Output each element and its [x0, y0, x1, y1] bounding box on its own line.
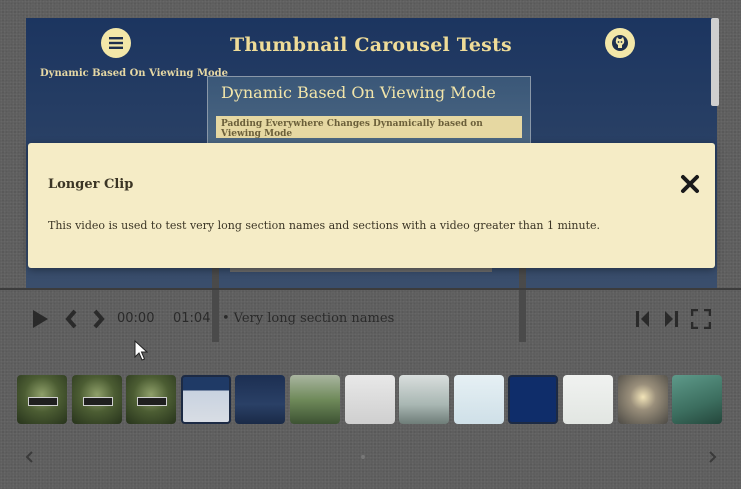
carousel-thumbnail[interactable]	[617, 375, 668, 424]
carousel-thumbnail[interactable]	[17, 375, 67, 424]
menu-button[interactable]	[101, 28, 131, 58]
play-button[interactable]	[29, 308, 51, 330]
video-frame-bar	[230, 268, 492, 272]
close-icon	[681, 175, 699, 193]
page-scrollbar[interactable]	[711, 18, 719, 106]
duration: 01:04	[173, 311, 211, 326]
player-divider	[0, 288, 741, 290]
carousel-thumbnail[interactable]	[508, 375, 559, 424]
thumbnail-title-plate	[137, 397, 168, 406]
play-icon	[33, 310, 48, 328]
github-icon	[612, 35, 628, 51]
hamburger-icon	[109, 37, 123, 49]
section-card-title: Dynamic Based On Viewing Mode	[221, 83, 496, 102]
page-title: Thumbnail Carousel Tests	[230, 34, 512, 56]
chevron-right-icon	[93, 309, 105, 329]
section-card-strip: Padding Everywhere Changes Dynamically b…	[216, 116, 522, 139]
carousel-thumbnail[interactable]	[126, 375, 177, 424]
carousel-thumbnail[interactable]	[235, 375, 286, 424]
modal-title: Longer Clip	[48, 177, 134, 192]
skip-back-icon	[636, 311, 649, 327]
skip-forward-icon	[665, 311, 678, 327]
current-time: 00:00	[117, 311, 155, 326]
carousel-prev-button[interactable]	[22, 449, 38, 465]
skip-to-end-button[interactable]	[660, 308, 682, 330]
carousel-thumbnail[interactable]	[563, 375, 613, 424]
skip-to-start-button[interactable]	[632, 308, 654, 330]
info-modal: Longer Clip This video is used to test v…	[28, 143, 715, 268]
page-subtitle: Dynamic Based On Viewing Mode	[40, 68, 229, 79]
carousel-thumbnail[interactable]	[71, 375, 122, 424]
carousel-indicator	[361, 455, 365, 459]
carousel-thumbnail[interactable]	[399, 375, 450, 424]
next-section-button[interactable]	[88, 308, 110, 330]
carousel-thumbnail[interactable]	[290, 375, 340, 424]
carousel-thumbnail[interactable]	[453, 375, 504, 424]
fullscreen-button[interactable]	[690, 308, 712, 330]
current-section-name: Very long section names	[222, 311, 395, 326]
chevron-left-icon	[25, 451, 33, 463]
modal-body: This video is used to test very long sec…	[48, 219, 601, 232]
fullscreen-icon	[691, 309, 711, 329]
carousel-thumbnail[interactable]	[180, 375, 231, 424]
carousel-thumbnail[interactable]	[344, 375, 395, 424]
previous-section-button[interactable]	[60, 308, 82, 330]
section-card-description: Padding Everywhere Changes Dynamically b…	[221, 119, 483, 139]
mouse-cursor-icon	[134, 340, 149, 361]
video-frame-right-edge	[519, 262, 526, 342]
chevron-left-icon	[65, 309, 77, 329]
section-card: Dynamic Based On Viewing Mode Padding Ev…	[207, 76, 531, 150]
carousel-next-button[interactable]	[704, 449, 720, 465]
thumbnail-carousel	[17, 375, 741, 425]
carousel-thumbnail[interactable]	[672, 375, 723, 424]
github-button[interactable]	[605, 28, 635, 58]
chevron-right-icon	[709, 451, 717, 463]
video-frame-left-edge	[212, 262, 219, 342]
modal-close-button[interactable]	[679, 173, 701, 195]
thumbnail-title-plate	[28, 397, 58, 406]
thumbnail-title-plate	[82, 397, 113, 406]
